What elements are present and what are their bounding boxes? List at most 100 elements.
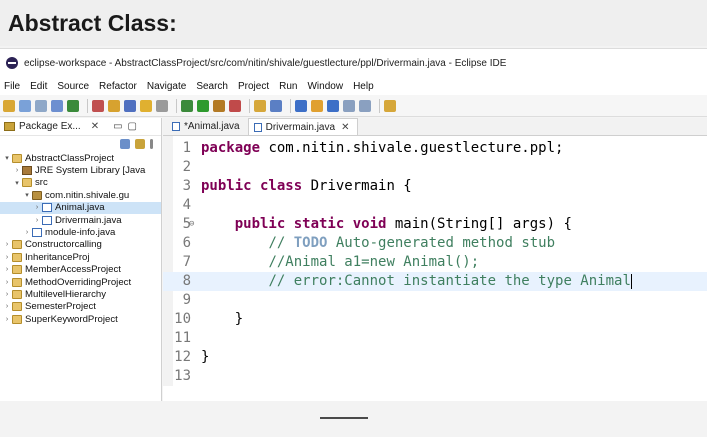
- package-explorer-tab[interactable]: Package Ex... ✕ ▭▢: [0, 118, 161, 136]
- toolbar-button-icon[interactable]: [343, 99, 355, 112]
- toolbar-button-icon[interactable]: [270, 99, 282, 112]
- chevron-right-icon[interactable]: ›: [2, 266, 12, 273]
- tree-item[interactable]: › JRE System Library [Java: [0, 164, 161, 176]
- menu-project[interactable]: Project: [238, 81, 269, 92]
- toolbar-button-icon[interactable]: [92, 99, 104, 112]
- line-number: 9: [182, 292, 191, 308]
- toolbar-button-icon[interactable]: [124, 99, 136, 112]
- java-icon: [42, 203, 52, 213]
- code-line: 9: [163, 291, 707, 310]
- code-line: 2: [163, 158, 707, 177]
- toolbar-button-icon[interactable]: [254, 99, 266, 112]
- fold-toggle-icon[interactable]: ⊖: [189, 215, 194, 234]
- code-area[interactable]: 1 package com.nitin.shivale.guestlecture.…: [163, 136, 707, 386]
- tree-item[interactable]: › MethodOverridingProject: [0, 276, 161, 288]
- java-file-icon: [253, 122, 262, 132]
- code-text: // TODO Auto-generated method stub: [201, 234, 555, 253]
- toolbar-button-icon[interactable]: [384, 99, 396, 112]
- close-icon[interactable]: ✕: [91, 121, 99, 132]
- tree-item-label: src: [35, 177, 48, 189]
- tree-item[interactable]: › MemberAccessProject: [0, 264, 161, 276]
- tree-item[interactable]: › InheritanceProj: [0, 251, 161, 263]
- chevron-right-icon[interactable]: ›: [2, 303, 12, 310]
- menu-refactor[interactable]: Refactor: [99, 81, 137, 92]
- toolbar-button-icon[interactable]: [3, 99, 15, 112]
- chevron-right-icon[interactable]: ›: [32, 217, 42, 224]
- comment-token: //Animal a1=new Animal();: [268, 254, 480, 270]
- menu-navigate[interactable]: Navigate: [147, 81, 186, 92]
- chevron-down-icon[interactable]: ▾: [22, 191, 32, 199]
- toolbar-button-icon[interactable]: [67, 99, 79, 112]
- toolbar-button-icon[interactable]: [140, 99, 152, 112]
- toolbar-button-icon[interactable]: [108, 99, 120, 112]
- menu-window[interactable]: Window: [307, 81, 343, 92]
- tree-item[interactable]: › MultilevelHierarchy: [0, 288, 161, 300]
- toolbar-button-icon[interactable]: [295, 99, 307, 112]
- toolbar-separator: [249, 98, 250, 113]
- chevron-right-icon[interactable]: ›: [2, 241, 12, 248]
- tree-item[interactable]: ▾ AbstractClassProject: [0, 152, 161, 164]
- toolbar-button-icon[interactable]: [156, 99, 168, 112]
- chevron-right-icon[interactable]: ›: [12, 167, 22, 174]
- pkg-icon: [32, 190, 42, 200]
- project-icon: [12, 252, 22, 262]
- toolbar-button-icon[interactable]: [19, 99, 31, 112]
- chevron-right-icon[interactable]: ›: [32, 204, 42, 211]
- line-number: 7: [182, 254, 191, 270]
- code-line: 6 // TODO Auto-generated method stub: [163, 234, 707, 253]
- editor-tab[interactable]: *Animal.java: [167, 118, 248, 135]
- minimize-maximize-icon[interactable]: ▭▢: [113, 121, 142, 132]
- toolbar-button-icon[interactable]: [311, 99, 323, 112]
- package-explorer: Package Ex... ✕ ▭▢ ▾ AbstractClassProject…: [0, 118, 162, 401]
- code-line: 10 }: [163, 310, 707, 329]
- editor-tab[interactable]: Drivermain.java ✕: [247, 118, 359, 135]
- code-token: }: [201, 311, 244, 327]
- tree-item[interactable]: ▾ com.nitin.shivale.gu: [0, 189, 161, 201]
- line-number: 12: [174, 349, 191, 365]
- comment-token: //: [268, 235, 294, 251]
- editor-tab-bar: *Animal.java Drivermain.java ✕: [163, 118, 707, 136]
- chevron-right-icon[interactable]: ›: [2, 291, 12, 298]
- slide-divider: [320, 417, 368, 419]
- menu-file[interactable]: File: [4, 81, 20, 92]
- toolbar-button-icon[interactable]: [181, 99, 193, 112]
- toolbar-button-icon[interactable]: [35, 99, 47, 112]
- tree-item[interactable]: › SemesterProject: [0, 301, 161, 313]
- toolbar-button-icon[interactable]: [213, 99, 225, 112]
- code-text: }: [201, 310, 243, 329]
- tree-item[interactable]: ▾ src: [0, 177, 161, 189]
- tree-item[interactable]: › SuperKeywordProject: [0, 313, 161, 325]
- menu-run[interactable]: Run: [279, 81, 297, 92]
- chevron-right-icon[interactable]: ›: [2, 316, 12, 323]
- tree-item-label: MultilevelHierarchy: [25, 288, 107, 300]
- tree-item[interactable]: › Constructorcalling: [0, 239, 161, 251]
- toolbar-button-icon[interactable]: [327, 99, 339, 112]
- chevron-down-icon[interactable]: ▾: [12, 179, 22, 187]
- view-menu-icon[interactable]: [150, 139, 153, 149]
- chevron-right-icon[interactable]: ›: [2, 254, 12, 261]
- main-toolbar: [0, 95, 707, 117]
- toolbar-button-icon[interactable]: [229, 99, 241, 112]
- tree-item[interactable]: › Drivermain.java: [0, 214, 161, 226]
- toolbar-button-icon[interactable]: [51, 99, 63, 112]
- menu-source[interactable]: Source: [57, 81, 89, 92]
- menu-search[interactable]: Search: [196, 81, 228, 92]
- code-text: package com.nitin.shivale.guestlecture.p…: [201, 139, 563, 158]
- tree-item-label: module-info.java: [45, 227, 116, 239]
- link-with-editor-icon[interactable]: [135, 139, 145, 149]
- chevron-right-icon[interactable]: ›: [22, 229, 32, 236]
- toolbar-button-icon[interactable]: [359, 99, 371, 112]
- close-icon[interactable]: ✕: [341, 122, 349, 133]
- tree-item[interactable]: › module-info.java: [0, 226, 161, 238]
- tree-item-label: MethodOverridingProject: [25, 276, 132, 288]
- slide-title: Abstract Class:: [8, 10, 177, 36]
- menu-edit[interactable]: Edit: [30, 81, 47, 92]
- tree-item[interactable]: › Animal.java: [0, 201, 161, 214]
- chevron-right-icon[interactable]: ›: [2, 279, 12, 286]
- menu-help[interactable]: Help: [353, 81, 374, 92]
- chevron-down-icon[interactable]: ▾: [2, 154, 12, 162]
- toolbar-button-icon[interactable]: [197, 99, 209, 112]
- collapse-all-icon[interactable]: [120, 139, 130, 149]
